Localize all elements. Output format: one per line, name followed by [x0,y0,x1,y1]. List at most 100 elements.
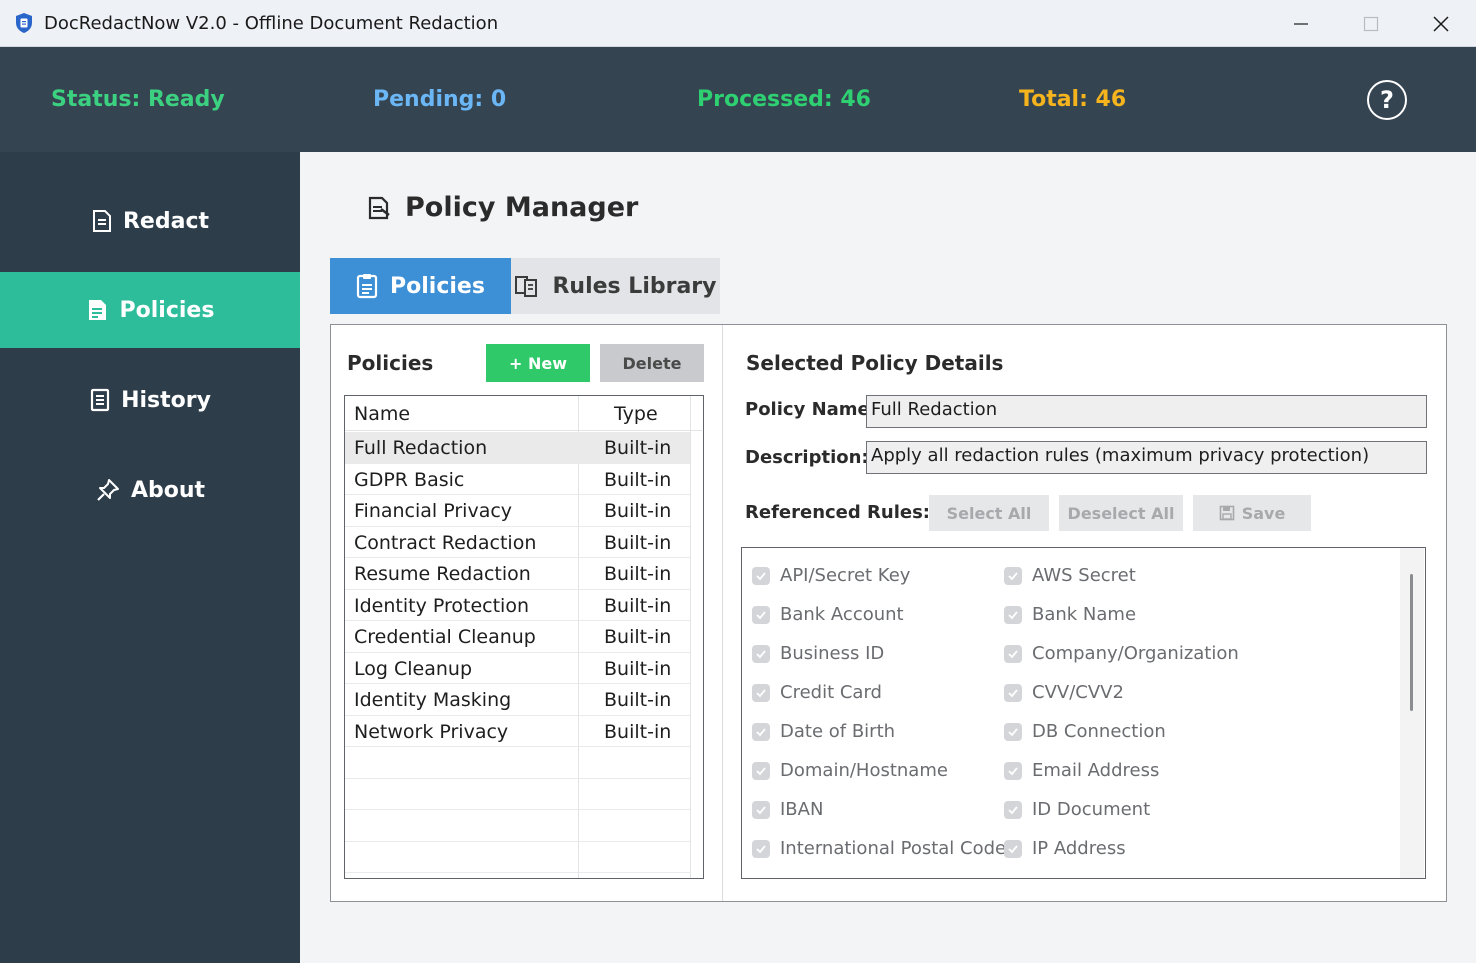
tab-rules-library[interactable]: Rules Library [511,258,720,314]
check-icon [1004,605,1022,624]
sidebar-item-about[interactable]: About [0,452,300,528]
scrollbar[interactable] [1400,548,1424,878]
pin-icon [97,479,119,501]
rules-checklist: API/Secret Key Bank Account Business ID … [741,547,1426,879]
table-row[interactable]: Contract Redaction Built-in [345,527,690,558]
sidebar-item-history[interactable]: History [0,362,300,438]
table-row[interactable]: GDPR Basic Built-in [345,464,690,495]
window-title: DocRedactNow V2.0 - Offline Document Red… [44,13,499,34]
save-icon [1219,505,1234,521]
help-icon: ? [1380,86,1394,114]
check-icon [752,722,770,741]
table-row[interactable]: Log Cleanup Built-in [345,653,690,684]
policy-icon [88,300,106,320]
close-button[interactable] [1406,0,1476,47]
maximize-button[interactable] [1336,0,1406,47]
main-content: Policy Manager Policies Rules Library Po… [300,152,1476,963]
table-row[interactable]: Network Privacy Built-in [345,716,690,747]
referenced-rules-label: Referenced Rules: [745,502,931,523]
policy-name-label: Policy Name: [745,399,877,420]
details-title: Selected Policy Details [746,351,1004,375]
policy-panel: Policies + New Delete Name Type Full Red… [330,324,1447,902]
rule-checkbox[interactable]: IBAN [752,799,823,820]
save-button[interactable]: Save [1193,495,1311,531]
description-field[interactable]: Apply all redaction rules (maximum priva… [866,441,1427,474]
column-header-type[interactable]: Type [614,403,658,425]
rule-checkbox[interactable]: ID Document [1004,799,1150,820]
sidebar: Redact Policies History About [0,152,300,963]
table-row[interactable]: Identity Masking Built-in [345,684,690,716]
check-icon [752,644,770,663]
table-row[interactable]: Credential Cleanup Built-in [345,621,690,653]
clipboard-icon [356,274,378,299]
rule-checkbox[interactable]: Bank Account [752,604,904,625]
shield-app-icon [16,13,32,33]
table-header: Name Type [345,396,702,431]
title-bar: DocRedactNow V2.0 - Offline Document Red… [0,0,1476,47]
rule-checkbox[interactable]: IP Address [1004,838,1126,859]
check-icon [1004,683,1022,702]
table-row[interactable]: Financial Privacy Built-in [345,495,690,527]
total-count: Total: 46 [1019,87,1127,112]
document-icon [92,210,111,232]
pending-count: Pending: 0 [373,87,507,112]
table-row[interactable]: Full Redaction Built-in [345,432,690,464]
sidebar-item-redact[interactable]: Redact [0,183,300,259]
minimize-icon [1294,22,1308,25]
rule-checkbox[interactable]: API/Secret Key [752,565,910,586]
check-icon [752,839,770,858]
column-divider [690,396,691,878]
empty-table-row [345,747,690,779]
table-row[interactable]: Resume Redaction Built-in [345,558,690,590]
rule-checkbox[interactable]: Email Address [1004,760,1159,781]
minimize-button[interactable] [1266,0,1336,47]
status-text: Status: Ready [51,87,225,112]
sidebar-item-label: Redact [122,208,209,234]
help-button[interactable]: ? [1367,80,1407,120]
tab-label: Policies [390,273,485,299]
select-all-button[interactable]: Select All [929,495,1049,531]
sidebar-item-label: About [130,477,206,503]
delete-policy-button[interactable]: Delete [600,344,704,382]
rule-checkbox[interactable]: DB Connection [1004,721,1166,742]
check-icon [752,566,770,585]
rule-checkbox[interactable]: Date of Birth [752,721,895,742]
policies-section-label: Policies [347,351,434,375]
rule-checkbox[interactable]: Company/Organization [1004,643,1239,664]
check-icon [1004,761,1022,780]
page-title: Policy Manager [367,192,638,223]
rule-checkbox[interactable]: AWS Secret [1004,565,1136,586]
deselect-all-button[interactable]: Deselect All [1059,495,1183,531]
rule-checkbox[interactable]: International Postal Code [752,838,1006,859]
empty-table-row [345,779,690,810]
check-icon [752,605,770,624]
scrollbar-thumb[interactable] [1410,574,1413,711]
policy-name-field[interactable]: Full Redaction [866,395,1427,428]
rule-checkbox[interactable]: Domain/Hostname [752,760,948,781]
check-icon [752,800,770,819]
table-row[interactable]: Identity Protection Built-in [345,590,690,621]
policies-table[interactable]: Name Type Full Redaction Built-in GDPR Ba… [344,395,704,879]
maximize-icon [1363,16,1379,31]
processed-count: Processed: 46 [697,87,871,112]
rule-checkbox[interactable]: Business ID [752,643,884,664]
rule-checkbox[interactable]: CVV/CVV2 [1004,682,1124,703]
check-icon [1004,800,1022,819]
empty-table-row [345,842,690,873]
column-header-name[interactable]: Name [354,403,410,425]
close-icon [1433,15,1449,32]
check-icon [1004,566,1022,585]
panel-divider [722,325,723,901]
tab-label: Rules Library [552,273,717,299]
tab-policies[interactable]: Policies [330,258,511,314]
status-bar: Status: Ready Pending: 0 Processed: 46 T… [0,47,1476,152]
rule-checkbox[interactable]: Credit Card [752,682,882,703]
rule-checkbox[interactable]: Bank Name [1004,604,1136,625]
policy-manager-icon [368,196,390,219]
new-policy-button[interactable]: + New [486,344,590,382]
sidebar-item-label: Policies [119,297,215,323]
library-icon [515,276,538,297]
check-icon [1004,644,1022,663]
sidebar-item-policies[interactable]: Policies [0,272,300,348]
check-icon [1004,722,1022,741]
